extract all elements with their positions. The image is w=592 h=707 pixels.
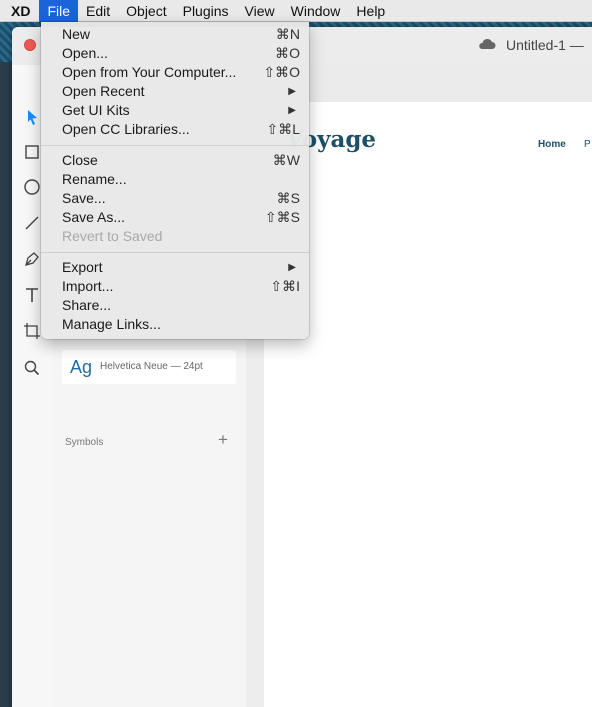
menu-item-shortcut: ⇧⌘O [263,64,300,80]
menu-view[interactable]: View [237,0,283,22]
artboard-nav-next: P [584,139,591,150]
artboard-canvas[interactable]: Voyage Home P [264,102,592,707]
menu-item-label: New [62,26,91,42]
menu-item-label: Manage Links... [62,316,161,332]
file-menu-dropdown: New ⌘N Open... ⌘O Open from Your Computer...… [41,22,309,339]
pen-tool[interactable] [22,249,42,269]
menu-item-save[interactable]: Save... ⌘S [41,189,309,208]
add-symbol-button[interactable]: + [218,430,228,450]
rectangle-tool[interactable] [22,142,42,162]
text-tool[interactable] [22,285,42,305]
menu-item-open-cc-libraries[interactable]: Open CC Libraries... ⇧⌘L [41,120,309,139]
ellipse-icon [24,179,40,195]
menu-item-label: Open from Your Computer... [62,64,237,80]
menu-item-revert-to-saved: Revert to Saved [41,227,309,246]
menu-item-label: Close [62,152,98,168]
line-tool[interactable] [22,213,42,233]
line-icon [25,216,39,230]
system-menubar: XD File Edit Object Plugins View Window … [0,0,592,22]
menu-item-label: Save As... [62,209,126,225]
menu-item-label: Revert to Saved [62,228,163,244]
app-menu[interactable]: XD [0,0,39,22]
menu-item-save-as[interactable]: Save As... ⇧⌘S [41,208,309,227]
menu-item-label: Rename... [62,171,127,187]
menu-item-shortcut: ⌘W [272,152,300,168]
magnifier-icon [24,360,40,376]
arrow-pointer-icon [28,110,37,125]
menu-item-label: Export [62,259,103,275]
menu-item-shortcut: ⇧⌘I [270,278,300,294]
menu-item-label: Save... [62,190,106,206]
menu-item-label: Open CC Libraries... [62,121,190,137]
menu-item-label: Open Recent [62,83,145,99]
menu-item-label: Open... [62,45,108,61]
menu-item-open-recent[interactable]: Open Recent ▶ [41,82,309,101]
char-style-sample: Ag [70,357,93,377]
artboard-tool[interactable] [22,321,42,341]
menu-item-import[interactable]: Import... ⇧⌘I [41,277,309,296]
menu-item-shortcut: ⌘S [276,190,300,206]
character-style-item[interactable]: Ag Helvetica Neue — 24pt [62,350,236,384]
menu-window[interactable]: Window [283,0,349,22]
menu-item-label: Import... [62,278,114,294]
menu-item-rename[interactable]: Rename... [41,170,309,189]
menu-item-open[interactable]: Open... ⌘O [41,44,309,63]
menu-object[interactable]: Object [118,0,174,22]
submenu-arrow-icon: ▶ [288,86,296,97]
symbols-section-label: Symbols [65,437,104,448]
menu-separator [41,252,309,253]
menu-edit[interactable]: Edit [78,0,118,22]
rectangle-icon [25,145,39,159]
artboard-icon [24,323,40,339]
char-style-description: Helvetica Neue — 24pt [100,361,203,372]
menu-item-label: Get UI Kits [62,102,130,118]
menu-item-get-ui-kits[interactable]: Get UI Kits ▶ [41,101,309,120]
menu-item-new[interactable]: New ⌘N [41,25,309,44]
menu-help[interactable]: Help [348,0,393,22]
submenu-arrow-icon: ▶ [288,105,296,116]
menu-item-open-from-your-computer[interactable]: Open from Your Computer... ⇧⌘O [41,63,309,82]
artboard-nav-home: Home [538,139,566,150]
menu-item-label: Share... [62,297,112,313]
menu-item-shortcut: ⌘N [275,26,300,42]
menu-plugins[interactable]: Plugins [175,0,237,22]
menu-item-manage-links[interactable]: Manage Links... [41,315,309,334]
submenu-arrow-icon: ▶ [288,262,296,273]
menu-separator [41,145,309,146]
ellipse-tool[interactable] [22,177,42,197]
zoom-tool[interactable] [22,358,42,378]
text-icon [26,288,38,302]
menu-item-shortcut: ⇧⌘S [264,209,300,225]
menu-item-shortcut: ⇧⌘L [266,121,300,137]
select-tool[interactable] [22,107,42,127]
menu-item-close[interactable]: Close ⌘W [41,151,309,170]
menu-item-export[interactable]: Export ▶ [41,258,309,277]
menu-file[interactable]: File [39,0,79,22]
menu-item-share[interactable]: Share... [41,296,309,315]
document-title: Untitled-1 — [506,37,584,53]
pen-icon [25,252,39,266]
menu-item-shortcut: ⌘O [275,45,300,61]
close-window-button[interactable] [24,39,36,51]
